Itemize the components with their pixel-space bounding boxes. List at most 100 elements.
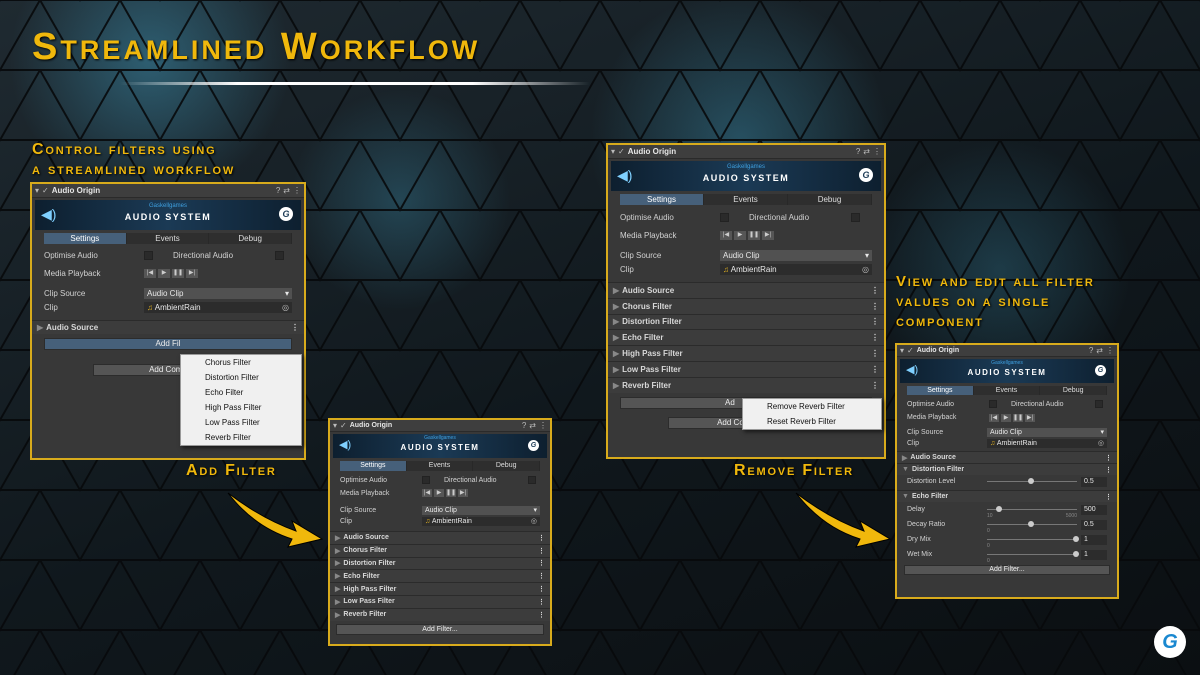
more-options-icon[interactable]: ⋮ — [873, 147, 881, 156]
object-picker-icon[interactable]: ◎ — [1098, 439, 1104, 448]
foldout-arrow-icon[interactable]: ▾ — [611, 147, 615, 156]
help-icon[interactable]: ? — [276, 186, 280, 195]
clip-field[interactable]: ♫ AmbientRain ◎ — [987, 439, 1107, 448]
help-icon[interactable]: ? — [522, 421, 526, 430]
clip-source-dropdown[interactable]: Audio Clip — [422, 505, 540, 515]
delay-slider[interactable]: 10 5000 — [987, 504, 1077, 519]
menu-item-reset[interactable]: Reset Reverb Filter — [743, 414, 881, 429]
more-options-icon[interactable]: ⋮ — [871, 333, 879, 342]
more-options-icon[interactable]: ⋮ — [538, 534, 545, 542]
more-options-icon[interactable]: ⋮ — [1106, 346, 1114, 355]
help-icon[interactable]: ? — [856, 147, 860, 156]
step-icon[interactable]: ▶| — [458, 489, 468, 497]
tab-events[interactable]: Events — [127, 233, 210, 244]
previous-icon[interactable]: |◀ — [720, 230, 732, 240]
clip-source-dropdown[interactable]: Audio Clip — [720, 249, 872, 261]
decay-ratio-field[interactable]: 0.5 — [1081, 519, 1107, 530]
tab-settings[interactable]: Settings — [907, 386, 974, 395]
enable-checkbox-icon[interactable]: ✓ — [340, 421, 347, 430]
directional-checkbox[interactable] — [1095, 400, 1103, 408]
more-options-icon[interactable]: ⋮ — [538, 559, 545, 567]
slider-knob[interactable] — [1028, 521, 1035, 527]
menu-item[interactable]: Echo Filter — [181, 385, 301, 400]
menu-item[interactable]: High Pass Filter — [181, 400, 301, 415]
foldout-arrow-icon[interactable]: ▾ — [333, 421, 337, 430]
more-options-icon[interactable]: ⋮ — [1105, 466, 1112, 474]
section-echo-filter[interactable]: ▼ Echo Filter ⋮ — [897, 490, 1117, 502]
more-options-icon[interactable]: ⋮ — [871, 317, 879, 326]
section-audio-source[interactable]: ▶ Audio Source ⋮ — [32, 320, 304, 334]
more-options-icon[interactable]: ⋮ — [538, 572, 545, 580]
tab-settings[interactable]: Settings — [340, 461, 407, 471]
dry-mix-field[interactable]: 1 — [1081, 534, 1107, 545]
more-options-icon[interactable]: ⋮ — [1105, 454, 1112, 462]
object-picker-icon[interactable]: ◎ — [282, 302, 289, 313]
optimise-checkbox[interactable] — [720, 212, 729, 222]
tab-events[interactable]: Events — [974, 386, 1041, 395]
add-filter-button[interactable]: Add Fil — [44, 338, 292, 350]
wet-mix-slider[interactable]: 0 — [987, 549, 1079, 564]
tab-debug[interactable]: Debug — [1040, 386, 1108, 395]
section-chorus-filter[interactable]: ▶ Chorus Filter ⋮ — [608, 297, 884, 314]
add-filter-button[interactable]: Add Filter... — [336, 623, 544, 635]
more-options-icon[interactable]: ⋮ — [538, 598, 545, 606]
pause-icon[interactable]: ❚❚ — [748, 230, 760, 240]
more-options-icon[interactable]: ⋮ — [539, 421, 547, 430]
menu-item[interactable]: Chorus Filter — [181, 355, 301, 370]
tab-events[interactable]: Events — [704, 194, 788, 205]
tab-settings[interactable]: Settings — [620, 194, 704, 205]
section-echo-filter[interactable]: ▶ Echo Filter ⋮ — [330, 569, 550, 583]
more-options-icon[interactable]: ⋮ — [538, 611, 545, 619]
foldout-arrow-icon[interactable]: ▾ — [900, 346, 904, 355]
play-icon[interactable]: ▶ — [158, 268, 170, 278]
tab-events[interactable]: Events — [407, 461, 474, 471]
directional-checkbox[interactable] — [528, 476, 536, 484]
wet-mix-field[interactable]: 1 — [1081, 549, 1107, 560]
slider-knob[interactable] — [1072, 536, 1079, 542]
add-filter-button[interactable]: Add Filter... — [904, 565, 1110, 575]
enable-checkbox-icon[interactable]: ✓ — [42, 186, 49, 195]
step-icon[interactable]: ▶| — [762, 230, 774, 240]
slider-knob[interactable] — [1072, 551, 1079, 557]
more-options-icon[interactable]: ⋮ — [538, 585, 545, 593]
clip-source-dropdown[interactable]: Audio Clip — [144, 287, 292, 299]
component-header[interactable]: ▾ ✓ Audio Origin ? ⇄ ⋮ — [897, 345, 1117, 357]
enable-checkbox-icon[interactable]: ✓ — [907, 346, 914, 355]
more-options-icon[interactable]: ⋮ — [538, 547, 545, 555]
section-audio-source[interactable]: ▶ Audio Source ⋮ — [897, 451, 1117, 463]
step-icon[interactable]: ▶| — [186, 268, 198, 278]
enable-checkbox-icon[interactable]: ✓ — [618, 147, 625, 156]
optimise-checkbox[interactable] — [989, 400, 997, 408]
tab-debug[interactable]: Debug — [788, 194, 872, 205]
more-options-icon[interactable]: ⋮ — [871, 365, 879, 374]
section-distortion-filter[interactable]: ▶ Distortion Filter ⋮ — [608, 313, 884, 330]
more-options-icon[interactable]: ⋮ — [871, 349, 879, 358]
previous-icon[interactable]: |◀ — [422, 489, 432, 497]
section-echo-filter[interactable]: ▶ Echo Filter ⋮ — [608, 329, 884, 346]
preset-icon[interactable]: ⇄ — [1096, 346, 1103, 355]
tab-debug[interactable]: Debug — [473, 461, 541, 471]
section-audio-source[interactable]: ▶ Audio Source ⋮ — [608, 282, 884, 298]
distortion-level-slider[interactable] — [987, 476, 1077, 487]
preset-icon[interactable]: ⇄ — [283, 186, 290, 195]
pause-icon[interactable]: ❚❚ — [172, 268, 184, 278]
pause-icon[interactable]: ❚❚ — [1013, 413, 1023, 422]
dry-mix-slider[interactable]: 0 — [987, 534, 1079, 549]
clip-field[interactable]: ♫ AmbientRain ◎ — [144, 301, 292, 313]
component-header[interactable]: ▾ ✓ Audio Origin ? ⇄ ⋮ — [330, 420, 550, 432]
decay-ratio-slider[interactable]: 0 — [987, 519, 1077, 534]
preset-icon[interactable]: ⇄ — [529, 421, 536, 430]
play-icon[interactable]: ▶ — [434, 489, 444, 497]
component-header[interactable]: ▾ ✓ Audio Origin ? ⇄ ⋮ — [608, 145, 884, 159]
section-high-pass-filter[interactable]: ▶ High Pass Filter ⋮ — [330, 582, 550, 595]
more-options-icon[interactable]: ⋮ — [291, 323, 299, 332]
section-distortion-filter[interactable]: ▼ Distortion Filter ⋮ — [897, 463, 1117, 475]
more-options-icon[interactable]: ⋮ — [871, 381, 879, 390]
menu-item[interactable]: Low Pass Filter — [181, 415, 301, 430]
optimise-checkbox[interactable] — [422, 476, 430, 484]
menu-item[interactable]: Distortion Filter — [181, 370, 301, 385]
distortion-level-field[interactable]: 0.5 — [1081, 476, 1107, 487]
section-high-pass-filter[interactable]: ▶ High Pass Filter ⋮ — [608, 345, 884, 361]
object-picker-icon[interactable]: ◎ — [862, 264, 869, 275]
section-reverb-filter[interactable]: ▶ Reverb Filter ⋮ — [330, 607, 550, 621]
